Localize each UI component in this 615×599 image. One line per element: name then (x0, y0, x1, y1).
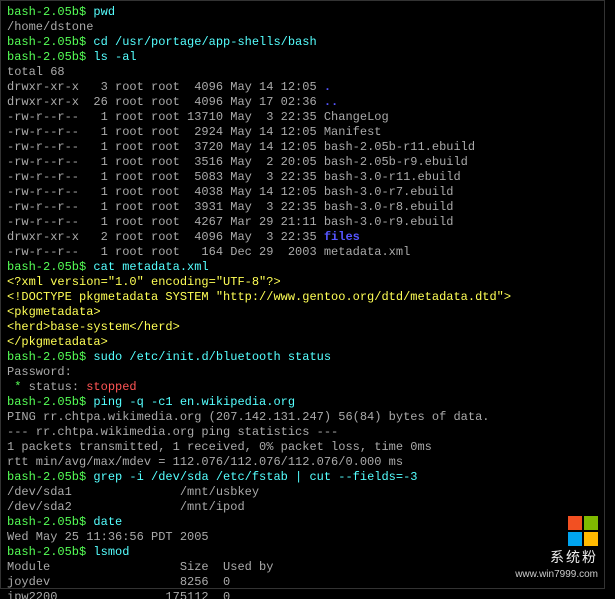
ls-row: -rw-r--r-- 1 root root 2924 May 14 12:05… (7, 125, 598, 140)
shell-prompt: bash-2.05b$ (7, 545, 93, 559)
ls-row: drwxr-xr-x 26 root root 4096 May 17 02:3… (7, 95, 598, 110)
ls-filename: ChangeLog (324, 110, 389, 124)
shell-prompt: bash-2.05b$ (7, 395, 93, 409)
ls-row: -rw-r--r-- 1 root root 4038 May 14 12:05… (7, 185, 598, 200)
cmd-ping[interactable]: ping -q -c1 en.wikipedia.org (93, 395, 295, 409)
ls-row: drwxr-xr-x 2 root root 4096 May 3 22:35 … (7, 230, 598, 245)
ls-meta: -rw-r--r-- 1 root root 4267 Mar 29 21:11 (7, 215, 324, 229)
status-label: status: (21, 380, 79, 394)
cmd-date[interactable]: date (93, 515, 122, 529)
cmd-sudo[interactable]: sudo /etc/init.d/bluetooth status (93, 350, 331, 364)
xml-doctype: <!DOCTYPE pkgmetadata SYSTEM "http://www… (7, 290, 511, 304)
ls-filename: bash-3.0-r9.ebuild (324, 215, 454, 229)
shell-prompt: bash-2.05b$ (7, 35, 93, 49)
ls-row: drwxr-xr-x 3 root root 4096 May 14 12:05… (7, 80, 598, 95)
ping-stats-2: rtt min/avg/max/mdev = 112.076/112.076/1… (7, 455, 403, 469)
ls-filename: .. (324, 95, 338, 109)
ls-filename: . (324, 80, 331, 94)
shell-prompt: bash-2.05b$ (7, 515, 93, 529)
ls-total: total 68 (7, 65, 65, 79)
watermark-url: www.win7999.com (515, 567, 598, 582)
lsmod-row: ipw2200 175112 0 (7, 590, 230, 599)
cmd-cd[interactable]: cd /usr/portage/app-shells/bash (93, 35, 316, 49)
ls-meta: -rw-r--r-- 1 root root 2924 May 14 12:05 (7, 125, 324, 139)
grep-row: /dev/sda1 /mnt/usbkey (7, 485, 259, 499)
ls-meta: drwxr-xr-x 26 root root 4096 May 17 02:3… (7, 95, 324, 109)
grep-row: /dev/sda2 /mnt/ipod (7, 500, 245, 514)
ls-filename: metadata.xml (324, 245, 410, 259)
ls-meta: -rw-r--r-- 1 root root 4038 May 14 12:05 (7, 185, 324, 199)
ls-filename: bash-2.05b-r11.ebuild (324, 140, 475, 154)
cmd-pwd[interactable]: pwd (93, 5, 115, 19)
pwd-output: /home/dstone (7, 20, 93, 34)
ls-meta: drwxr-xr-x 2 root root 4096 May 3 22:35 (7, 230, 324, 244)
shell-prompt: bash-2.05b$ (7, 50, 93, 64)
shell-prompt: bash-2.05b$ (7, 470, 93, 484)
ls-filename: bash-3.0-r7.ebuild (324, 185, 454, 199)
cmd-grep[interactable]: grep -i /dev/sda /etc/fstab | cut --fiel… (93, 470, 417, 484)
shell-prompt: bash-2.05b$ (7, 5, 93, 19)
lsmod-row: joydev 8256 0 (7, 575, 230, 589)
ls-filename: bash-2.05b-r9.ebuild (324, 155, 468, 169)
ms-logo-icon (568, 516, 598, 546)
ping-stats-1: 1 packets transmitted, 1 received, 0% pa… (7, 440, 432, 454)
ls-row: -rw-r--r-- 1 root root 164 Dec 29 2003 m… (7, 245, 598, 260)
cmd-cat[interactable]: cat metadata.xml (93, 260, 208, 274)
xml-decl: <?xml version="1.0" encoding="UTF-8"?> (7, 275, 281, 289)
xml-herd: <herd>base-system</herd> (7, 320, 180, 334)
ls-row: -rw-r--r-- 1 root root 3720 May 14 12:05… (7, 140, 598, 155)
ls-filename: Manifest (324, 125, 382, 139)
terminal[interactable]: bash-2.05b$ pwd/home/dstonebash-2.05b$ c… (0, 0, 605, 589)
status-value: stopped (79, 380, 137, 394)
shell-prompt: bash-2.05b$ (7, 260, 93, 274)
cmd-lsmod[interactable]: lsmod (93, 545, 129, 559)
ls-row: -rw-r--r-- 1 root root 5083 May 3 22:35 … (7, 170, 598, 185)
ls-meta: -rw-r--r-- 1 root root 164 Dec 29 2003 (7, 245, 324, 259)
ls-meta: drwxr-xr-x 3 root root 4096 May 14 12:05 (7, 80, 324, 94)
ls-meta: -rw-r--r-- 1 root root 13710 May 3 22:35 (7, 110, 324, 124)
cmd-ls[interactable]: ls -al (93, 50, 136, 64)
ls-meta: -rw-r--r-- 1 root root 5083 May 3 22:35 (7, 170, 324, 184)
ping-header: PING rr.chtpa.wikimedia.org (207.142.131… (7, 410, 489, 424)
xml-close: </pkgmetadata> (7, 335, 108, 349)
ls-filename: bash-3.0-r8.ebuild (324, 200, 454, 214)
ls-filename: bash-3.0-r11.ebuild (324, 170, 461, 184)
ls-row: -rw-r--r-- 1 root root 4267 Mar 29 21:11… (7, 215, 598, 230)
ls-meta: -rw-r--r-- 1 root root 3720 May 14 12:05 (7, 140, 324, 154)
ls-meta: -rw-r--r-- 1 root root 3931 May 3 22:35 (7, 200, 324, 214)
shell-prompt: bash-2.05b$ (7, 350, 93, 364)
watermark: 系统粉 www.win7999.com (515, 516, 598, 582)
ls-row: -rw-r--r-- 1 root root 3931 May 3 22:35 … (7, 200, 598, 215)
ls-meta: -rw-r--r-- 1 root root 3516 May 2 20:05 (7, 155, 324, 169)
status-star: * (7, 380, 21, 394)
date-output: Wed May 25 11:36:56 PDT 2005 (7, 530, 209, 544)
lsmod-header: Module Size Used by (7, 560, 273, 574)
ls-row: -rw-r--r-- 1 root root 3516 May 2 20:05 … (7, 155, 598, 170)
ping-stats-hdr: --- rr.chtpa.wikimedia.org ping statisti… (7, 425, 338, 439)
sudo-password: Password: (7, 365, 72, 379)
xml-open: <pkgmetadata> (7, 305, 101, 319)
watermark-title: 系统粉 (515, 550, 598, 565)
ls-filename: files (324, 230, 360, 244)
ls-row: -rw-r--r-- 1 root root 13710 May 3 22:35… (7, 110, 598, 125)
